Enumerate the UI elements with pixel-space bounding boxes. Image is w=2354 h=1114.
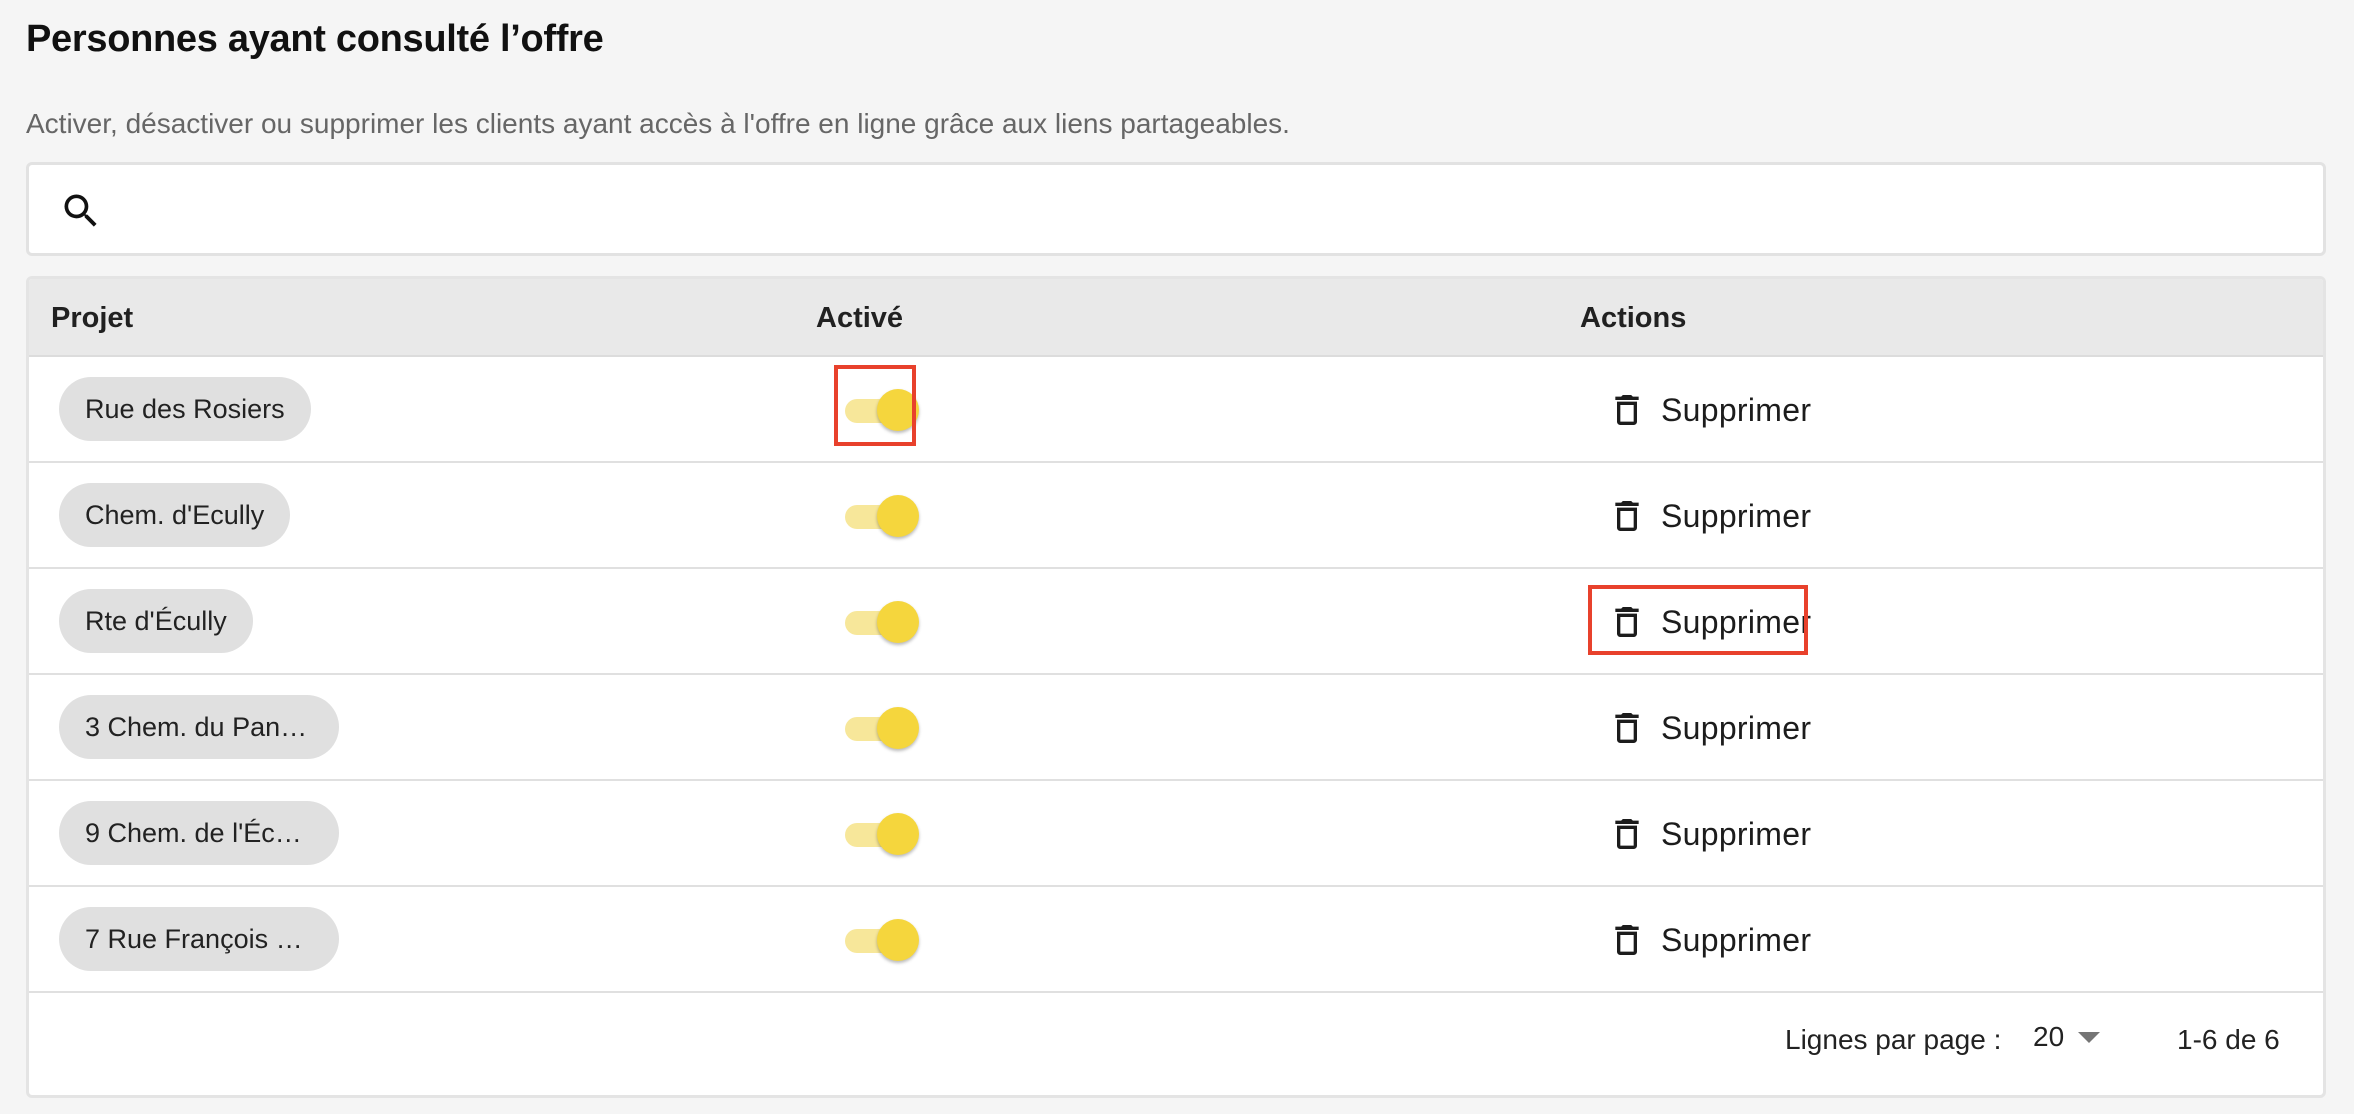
toggle-thumb <box>877 495 919 537</box>
project-chip[interactable]: 7 Rue François Vi… <box>59 907 339 971</box>
column-header-actions: Actions <box>1580 302 1687 334</box>
delete-button[interactable]: Supprimer <box>1589 697 1811 759</box>
table-row: 3 Chem. du Panor… Supprimer <box>29 675 2323 781</box>
active-toggle[interactable] <box>837 919 921 961</box>
pagination-range: 1-6 de 6 <box>2177 1024 2280 1055</box>
table-row: Rte d'Écully Supprimer <box>29 569 2323 675</box>
rows-per-page-select[interactable]: 20 <box>2033 1021 2101 1053</box>
toggle-thumb <box>877 813 919 855</box>
column-header-projet: Projet <box>51 302 134 334</box>
active-toggle[interactable] <box>837 707 921 749</box>
delete-label: Supprimer <box>1661 497 1812 534</box>
active-toggle[interactable] <box>837 601 921 643</box>
active-toggle[interactable] <box>837 813 921 855</box>
highlight-delete-row-3 <box>1588 585 1808 655</box>
highlight-toggle-row-1 <box>834 365 916 446</box>
toggle-thumb <box>877 707 919 749</box>
delete-button[interactable]: Supprimer <box>1589 803 1811 865</box>
trash-icon <box>1615 925 1639 955</box>
trash-icon <box>1615 713 1639 743</box>
table-row: Chem. d'Ecully Supprimer <box>29 463 2323 569</box>
delete-label: Supprimer <box>1661 921 1812 958</box>
projects-table: Projet Activé Actions Rue des Rosiers Sup… <box>26 276 2326 1098</box>
page-title: Personnes ayant consulté l’offre <box>26 18 604 60</box>
delete-label: Supprimer <box>1661 391 1812 428</box>
trash-icon <box>1615 501 1639 531</box>
project-chip[interactable]: Rue des Rosiers <box>59 377 311 441</box>
active-toggle[interactable] <box>837 495 921 537</box>
toggle-thumb <box>877 601 919 643</box>
delete-label: Supprimer <box>1661 815 1812 852</box>
table-row: Rue des Rosiers Supprimer <box>29 357 2323 463</box>
page: Personnes ayant consulté l’offre Activer… <box>0 0 2354 1114</box>
delete-button[interactable]: Supprimer <box>1589 379 1811 441</box>
table-row: 9 Chem. de l'Écur… Supprimer <box>29 781 2323 887</box>
toggle-thumb <box>877 919 919 961</box>
page-subtitle: Activer, désactiver ou supprimer les cli… <box>26 108 1290 139</box>
delete-button[interactable]: Supprimer <box>1589 485 1811 547</box>
project-chip[interactable]: 9 Chem. de l'Écur… <box>59 801 339 865</box>
project-chip[interactable]: 3 Chem. du Panor… <box>59 695 339 759</box>
rows-per-page-value: 20 <box>2033 1021 2065 1052</box>
project-chip[interactable]: Chem. d'Ecully <box>59 483 291 547</box>
delete-button[interactable]: Supprimer <box>1589 909 1811 971</box>
column-header-active: Activé <box>816 302 904 334</box>
project-chip[interactable]: Rte d'Écully <box>59 589 253 653</box>
delete-label: Supprimer <box>1661 709 1812 746</box>
table-pagination: Lignes par page : 20 1-6 de 6 <box>29 991 2323 1095</box>
search-bar[interactable] <box>26 162 2326 256</box>
rows-per-page-label: Lignes par page : <box>1785 1024 2002 1055</box>
chevron-down-icon <box>2078 1031 2101 1043</box>
table-header: Projet Activé Actions <box>29 279 2323 357</box>
trash-icon <box>1615 395 1639 425</box>
trash-icon <box>1615 819 1639 849</box>
search-icon <box>64 194 97 227</box>
table-row: 7 Rue François Vi… Supprimer <box>29 887 2323 993</box>
